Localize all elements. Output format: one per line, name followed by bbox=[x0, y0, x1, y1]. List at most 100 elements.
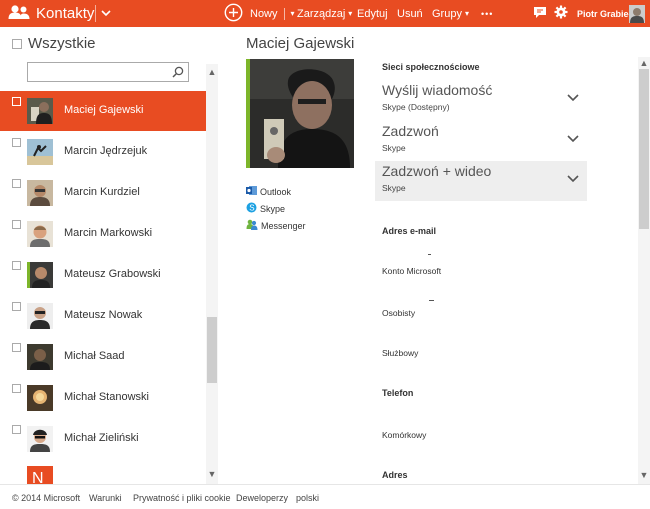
contact-name: Mateusz Grabowski bbox=[64, 268, 161, 280]
chevron-down-icon[interactable] bbox=[567, 133, 579, 147]
select-all-checkbox[interactable] bbox=[12, 38, 22, 49]
contact-name-heading: Maciej Gajewski bbox=[246, 35, 355, 52]
call-action[interactable]: Zadzwoń Skype bbox=[375, 121, 587, 161]
search-box[interactable] bbox=[27, 62, 189, 82]
contact-initial: N bbox=[32, 470, 44, 484]
scroll-down-icon[interactable]: ▼ bbox=[639, 470, 649, 480]
contact-checkbox[interactable] bbox=[12, 220, 21, 229]
delete-button[interactable]: Usuń bbox=[397, 0, 423, 27]
source-label: Skype bbox=[260, 203, 286, 214]
chevron-down-icon[interactable] bbox=[567, 173, 579, 187]
video-call-action[interactable]: Zadzwoń + wideo Skype bbox=[375, 161, 587, 201]
new-button[interactable]: Nowy ▾ bbox=[224, 0, 295, 27]
chevron-down-icon: ▾ bbox=[348, 9, 353, 18]
contact-checkbox[interactable] bbox=[12, 343, 21, 352]
chevron-down-icon[interactable]: ▾ bbox=[291, 9, 295, 18]
avatar bbox=[27, 344, 53, 370]
scroll-up-icon[interactable]: ▲ bbox=[207, 67, 217, 77]
phone-heading: Telefon bbox=[382, 388, 414, 398]
manage-label: Zarządzaj bbox=[297, 7, 346, 20]
app-title: Kontakty bbox=[36, 5, 95, 22]
chevron-down-icon[interactable] bbox=[567, 92, 579, 106]
list-item[interactable]: Marcin Markowski bbox=[0, 214, 206, 254]
list-item[interactable]: Michał Zieliński bbox=[0, 419, 206, 459]
avatar bbox=[27, 180, 53, 206]
avatar bbox=[27, 221, 53, 247]
source-messenger[interactable]: Messenger bbox=[246, 217, 306, 234]
scrollbar-thumb[interactable] bbox=[639, 69, 649, 229]
scrollbar-thumb[interactable] bbox=[207, 317, 217, 383]
contact-name: Mateusz Nowak bbox=[64, 309, 143, 321]
contact-checkbox[interactable] bbox=[12, 302, 21, 311]
developers-link[interactable]: Deweloperzy bbox=[236, 493, 288, 503]
source-outlook[interactable]: Outlook bbox=[246, 183, 306, 200]
contact-details: Sieci społecznościowe Wyślij wiadomość S… bbox=[375, 57, 637, 484]
contacts-pane: Wszystkie Maciej Gajewski Marcin Jędrzej… bbox=[0, 27, 218, 484]
language-link[interactable]: polski bbox=[296, 493, 319, 503]
app-chevron-icon[interactable] bbox=[100, 5, 112, 25]
contact-checkbox[interactable] bbox=[12, 97, 21, 106]
list-item[interactable]: Michał Stanowski bbox=[0, 378, 206, 418]
contact-name: Maciej Gajewski bbox=[64, 104, 144, 116]
user-avatar[interactable] bbox=[629, 0, 645, 27]
contact-list-scrollbar[interactable]: ▲ ▼ bbox=[206, 64, 218, 484]
edit-label: Edytuj bbox=[357, 7, 388, 20]
list-item[interactable]: Maciej Gajewski bbox=[0, 91, 206, 131]
email-heading: Adres e-mail bbox=[382, 226, 437, 236]
privacy-link[interactable]: Prywatność i pliki cookie bbox=[133, 493, 231, 503]
edit-button[interactable]: Edytuj bbox=[357, 0, 388, 27]
settings-button[interactable] bbox=[554, 0, 568, 27]
groups-menu[interactable]: Grupy ▾ bbox=[432, 0, 469, 27]
contact-sources: Outlook S Skype Messenger bbox=[246, 183, 306, 234]
messenger-icon bbox=[246, 219, 258, 232]
social-networks-heading: Sieci społecznościowe bbox=[382, 62, 480, 72]
footer: © 2014 Microsoft Warunki Prywatność i pl… bbox=[0, 484, 650, 509]
avatar bbox=[27, 385, 53, 411]
new-label: Nowy bbox=[250, 7, 278, 20]
source-label: Outlook bbox=[260, 186, 292, 197]
user-name[interactable]: Piotr Grabiec bbox=[577, 0, 634, 27]
email-field-label: Konto Microsoft bbox=[382, 266, 442, 276]
contact-list: Maciej Gajewski Marcin Jędrzejuk Marcin … bbox=[0, 91, 206, 484]
scroll-up-icon[interactable]: ▲ bbox=[639, 58, 649, 68]
app-brand[interactable]: Kontakty bbox=[8, 0, 94, 27]
source-label: Messenger bbox=[261, 220, 306, 231]
manage-menu[interactable]: Zarządzaj ▾ bbox=[297, 0, 352, 27]
contact-checkbox[interactable] bbox=[12, 384, 21, 393]
chat-button[interactable] bbox=[533, 0, 547, 27]
action-subtitle: Skype bbox=[382, 143, 406, 153]
terms-link[interactable]: Warunki bbox=[89, 493, 122, 503]
avatar bbox=[27, 139, 53, 165]
divider bbox=[95, 5, 96, 22]
list-item[interactable]: N bbox=[0, 460, 206, 484]
search-input[interactable] bbox=[32, 63, 172, 81]
send-message-action[interactable]: Wyślij wiadomość Skype (Dostępny) bbox=[375, 80, 587, 120]
list-item[interactable]: Mateusz Nowak bbox=[0, 296, 206, 336]
scroll-down-icon[interactable]: ▼ bbox=[207, 469, 217, 479]
avatar bbox=[27, 426, 53, 452]
list-item[interactable]: Marcin Jędrzejuk bbox=[0, 132, 206, 172]
avatar bbox=[27, 262, 53, 288]
details-scrollbar[interactable]: ▲ ▼ bbox=[638, 57, 650, 484]
add-circle-icon bbox=[224, 3, 243, 25]
email-field-label: Osobisty bbox=[382, 308, 416, 318]
email-field-label: Służbowy bbox=[382, 348, 419, 358]
more-button[interactable]: ••• bbox=[481, 0, 493, 27]
list-item[interactable]: Michał Saad bbox=[0, 337, 206, 377]
search-icon[interactable] bbox=[172, 66, 184, 81]
select-all-row[interactable]: Wszystkie bbox=[12, 35, 96, 52]
action-subtitle: Skype (Dostępny) bbox=[382, 102, 450, 112]
list-item[interactable]: Marcin Kurdziel bbox=[0, 173, 206, 213]
contact-checkbox[interactable] bbox=[12, 138, 21, 147]
chat-icon bbox=[533, 6, 547, 22]
divider bbox=[428, 254, 431, 255]
source-skype[interactable]: S Skype bbox=[246, 200, 306, 217]
contact-checkbox[interactable] bbox=[12, 179, 21, 188]
contact-checkbox[interactable] bbox=[12, 261, 21, 270]
contact-name: Marcin Markowski bbox=[64, 227, 153, 239]
contact-name: Marcin Kurdziel bbox=[64, 186, 140, 198]
contact-checkbox[interactable] bbox=[12, 425, 21, 434]
list-item[interactable]: Mateusz Grabowski bbox=[0, 255, 206, 295]
action-title: Zadzwoń bbox=[382, 123, 439, 139]
people-icon bbox=[8, 4, 30, 23]
